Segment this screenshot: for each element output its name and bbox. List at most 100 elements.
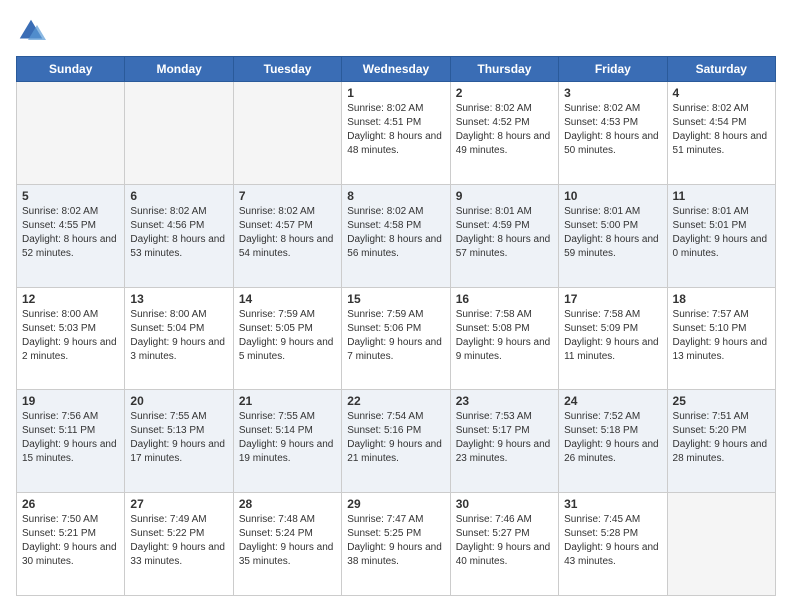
calendar-cell: 6 Sunrise: 8:02 AMSunset: 4:56 PMDaylight… (125, 184, 233, 287)
weekday-header-monday: Monday (125, 57, 233, 82)
calendar-cell: 27Sunrise: 7:49 AMSunset: 5:22 PMDayligh… (125, 493, 233, 596)
day-number: 22 (347, 394, 444, 408)
calendar-cell: 15 Sunrise: 7:59 AMSunset: 5:06 PMDayligh… (342, 287, 450, 390)
calendar-cell: 2 Sunrise: 8:02 AMSunset: 4:52 PMDaylight… (450, 82, 558, 185)
calendar-cell: 8 Sunrise: 8:02 AMSunset: 4:58 PMDaylight… (342, 184, 450, 287)
cell-details: Sunrise: 7:49 AMSunset: 5:22 PMDaylight:… (130, 513, 227, 569)
day-number: 13 (130, 292, 227, 306)
day-number: 25 (673, 394, 770, 408)
cell-details: Sunrise: 7:46 AMSunset: 5:27 PMDaylight:… (456, 513, 553, 569)
calendar-cell: 25 Sunrise: 7:51 AMSunset: 5:20 PMDayligh… (667, 390, 775, 493)
cell-details: Sunrise: 8:01 AMSunset: 4:59 PMDaylight:… (456, 205, 553, 261)
weekday-header-wednesday: Wednesday (342, 57, 450, 82)
cell-details: Sunrise: 7:52 AMSunset: 5:18 PMDaylight:… (564, 410, 661, 466)
calendar-week-row: 1 Sunrise: 8:02 AMSunset: 4:51 PMDaylight… (17, 82, 776, 185)
cell-details: Sunrise: 7:59 AMSunset: 5:05 PMDaylight:… (239, 308, 336, 364)
calendar-cell (125, 82, 233, 185)
cell-details: Sunrise: 8:01 AMSunset: 5:01 PMDaylight:… (673, 205, 770, 261)
day-number: 15 (347, 292, 444, 306)
calendar-cell: 3 Sunrise: 8:02 AMSunset: 4:53 PMDaylight… (559, 82, 667, 185)
day-number: 20 (130, 394, 227, 408)
cell-details: Sunrise: 8:02 AMSunset: 4:55 PMDaylight:… (22, 205, 119, 261)
day-number: 21 (239, 394, 336, 408)
cell-details: Sunrise: 7:47 AMSunset: 5:25 PMDaylight:… (347, 513, 444, 569)
cell-details: Sunrise: 7:53 AMSunset: 5:17 PMDaylight:… (456, 410, 553, 466)
cell-details: Sunrise: 8:01 AMSunset: 5:00 PMDaylight:… (564, 205, 661, 261)
calendar-cell: 31 Sunrise: 7:45 AMSunset: 5:28 PMDayligh… (559, 493, 667, 596)
cell-details: Sunrise: 8:02 AMSunset: 4:56 PMDaylight:… (130, 205, 227, 261)
cell-details: Sunrise: 8:02 AMSunset: 4:58 PMDaylight:… (347, 205, 444, 261)
calendar-cell: 23 Sunrise: 7:53 AMSunset: 5:17 PMDayligh… (450, 390, 558, 493)
day-number: 7 (239, 189, 336, 203)
weekday-header-tuesday: Tuesday (233, 57, 341, 82)
day-number: 5 (22, 189, 119, 203)
cell-details: Sunrise: 8:02 AMSunset: 4:52 PMDaylight:… (456, 102, 553, 158)
day-number: 30 (456, 497, 553, 511)
day-number: 31 (564, 497, 661, 511)
day-number: 9 (456, 189, 553, 203)
day-number: 29 (347, 497, 444, 511)
calendar-cell: 1 Sunrise: 8:02 AMSunset: 4:51 PMDaylight… (342, 82, 450, 185)
calendar-cell: 21 Sunrise: 7:55 AMSunset: 5:14 PMDayligh… (233, 390, 341, 493)
calendar-cell: 24 Sunrise: 7:52 AMSunset: 5:18 PMDayligh… (559, 390, 667, 493)
cell-details: Sunrise: 8:02 AMSunset: 4:53 PMDaylight:… (564, 102, 661, 158)
calendar-cell: 20 Sunrise: 7:55 AMSunset: 5:13 PMDayligh… (125, 390, 233, 493)
calendar-cell: 26 Sunrise: 7:50 AMSunset: 5:21 PMDayligh… (17, 493, 125, 596)
logo (16, 16, 50, 46)
cell-details: Sunrise: 8:02 AMSunset: 4:57 PMDaylight:… (239, 205, 336, 261)
day-number: 1 (347, 86, 444, 100)
calendar-week-row: 19Sunrise: 7:56 AMSunset: 5:11 PMDayligh… (17, 390, 776, 493)
calendar-cell: 16Sunrise: 7:58 AMSunset: 5:08 PMDayligh… (450, 287, 558, 390)
calendar-cell: 11Sunrise: 8:01 AMSunset: 5:01 PMDayligh… (667, 184, 775, 287)
calendar-cell: 4Sunrise: 8:02 AMSunset: 4:54 PMDaylight… (667, 82, 775, 185)
weekday-header-saturday: Saturday (667, 57, 775, 82)
day-number: 14 (239, 292, 336, 306)
weekday-header-row: SundayMondayTuesdayWednesdayThursdayFrid… (17, 57, 776, 82)
day-number: 24 (564, 394, 661, 408)
cell-details: Sunrise: 7:51 AMSunset: 5:20 PMDaylight:… (673, 410, 770, 466)
day-number: 12 (22, 292, 119, 306)
day-number: 23 (456, 394, 553, 408)
calendar-week-row: 12 Sunrise: 8:00 AMSunset: 5:03 PMDayligh… (17, 287, 776, 390)
day-number: 17 (564, 292, 661, 306)
cell-details: Sunrise: 8:00 AMSunset: 5:04 PMDaylight:… (130, 308, 227, 364)
day-number: 26 (22, 497, 119, 511)
day-number: 28 (239, 497, 336, 511)
cell-details: Sunrise: 7:50 AMSunset: 5:21 PMDaylight:… (22, 513, 119, 569)
cell-details: Sunrise: 7:54 AMSunset: 5:16 PMDaylight:… (347, 410, 444, 466)
calendar-week-row: 5 Sunrise: 8:02 AMSunset: 4:55 PMDaylight… (17, 184, 776, 287)
day-number: 10 (564, 189, 661, 203)
header (16, 16, 776, 46)
cell-details: Sunrise: 7:55 AMSunset: 5:13 PMDaylight:… (130, 410, 227, 466)
cell-details: Sunrise: 7:55 AMSunset: 5:14 PMDaylight:… (239, 410, 336, 466)
calendar-cell: 28 Sunrise: 7:48 AMSunset: 5:24 PMDayligh… (233, 493, 341, 596)
cell-details: Sunrise: 7:45 AMSunset: 5:28 PMDaylight:… (564, 513, 661, 569)
calendar-cell: 9 Sunrise: 8:01 AMSunset: 4:59 PMDaylight… (450, 184, 558, 287)
day-number: 18 (673, 292, 770, 306)
cell-details: Sunrise: 8:00 AMSunset: 5:03 PMDaylight:… (22, 308, 119, 364)
day-number: 3 (564, 86, 661, 100)
calendar-cell: 18 Sunrise: 7:57 AMSunset: 5:10 PMDayligh… (667, 287, 775, 390)
page: SundayMondayTuesdayWednesdayThursdayFrid… (0, 0, 792, 612)
calendar-cell (667, 493, 775, 596)
calendar-week-row: 26 Sunrise: 7:50 AMSunset: 5:21 PMDayligh… (17, 493, 776, 596)
calendar-cell: 22 Sunrise: 7:54 AMSunset: 5:16 PMDayligh… (342, 390, 450, 493)
cell-details: Sunrise: 7:57 AMSunset: 5:10 PMDaylight:… (673, 308, 770, 364)
weekday-header-thursday: Thursday (450, 57, 558, 82)
weekday-header-friday: Friday (559, 57, 667, 82)
logo-icon (16, 16, 46, 46)
calendar-cell: 10 Sunrise: 8:01 AMSunset: 5:00 PMDayligh… (559, 184, 667, 287)
calendar-cell: 12 Sunrise: 8:00 AMSunset: 5:03 PMDayligh… (17, 287, 125, 390)
day-number: 8 (347, 189, 444, 203)
day-number: 16 (456, 292, 553, 306)
day-number: 6 (130, 189, 227, 203)
calendar-cell: 5 Sunrise: 8:02 AMSunset: 4:55 PMDaylight… (17, 184, 125, 287)
calendar-cell (233, 82, 341, 185)
day-number: 2 (456, 86, 553, 100)
calendar-table: SundayMondayTuesdayWednesdayThursdayFrid… (16, 56, 776, 596)
calendar-cell: 29 Sunrise: 7:47 AMSunset: 5:25 PMDayligh… (342, 493, 450, 596)
cell-details: Sunrise: 7:59 AMSunset: 5:06 PMDaylight:… (347, 308, 444, 364)
cell-details: Sunrise: 8:02 AMSunset: 4:51 PMDaylight:… (347, 102, 444, 158)
cell-details: Sunrise: 7:48 AMSunset: 5:24 PMDaylight:… (239, 513, 336, 569)
calendar-cell: 14 Sunrise: 7:59 AMSunset: 5:05 PMDayligh… (233, 287, 341, 390)
